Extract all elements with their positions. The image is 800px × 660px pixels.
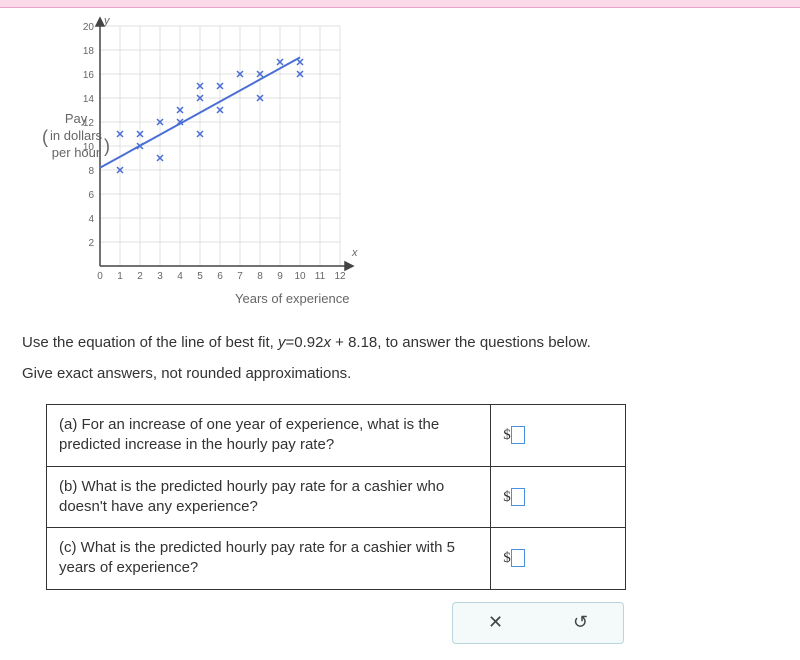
clear-icon[interactable]: ✕ — [488, 612, 503, 633]
svg-text:3: 3 — [157, 271, 163, 282]
content-area: Use the equation of the line of best fit… — [0, 316, 800, 660]
question-c-text: (c) What is the predicted hourly pay rat… — [47, 528, 491, 590]
svg-text:12: 12 — [334, 271, 346, 282]
table-row: (a) For an increase of one year of exper… — [47, 405, 626, 467]
answer-input-b[interactable] — [511, 488, 525, 506]
question-a-text: (a) For an increase of one year of exper… — [47, 405, 491, 467]
svg-text:5: 5 — [197, 271, 203, 282]
svg-text:14: 14 — [83, 94, 95, 105]
chart-svg: 20 18 16 14 12 10 8 6 4 2 0 1 2 3 4 5 6 … — [60, 16, 380, 306]
reset-icon[interactable]: ↺ — [573, 612, 588, 633]
equation-prompt: Use the equation of the line of best fit… — [22, 334, 778, 351]
svg-text:6: 6 — [88, 190, 94, 201]
y-axis-label: Pay ( in dollars per hour ) — [50, 111, 102, 162]
svg-text:18: 18 — [83, 46, 95, 57]
svg-text:10: 10 — [294, 271, 306, 282]
svg-text:6: 6 — [217, 271, 223, 282]
svg-text:4: 4 — [88, 214, 94, 225]
question-table: (a) For an increase of one year of exper… — [46, 404, 626, 590]
currency-symbol: $ — [503, 550, 511, 566]
scatter-chart: Pay ( in dollars per hour ) — [60, 16, 460, 316]
table-row: (b) What is the predicted hourly pay rat… — [47, 466, 626, 528]
svg-text:9: 9 — [277, 271, 283, 282]
svg-text:x: x — [351, 247, 358, 259]
svg-text:2: 2 — [88, 238, 94, 249]
svg-text:11: 11 — [315, 271, 326, 282]
answer-input-a[interactable] — [511, 426, 525, 444]
svg-text:4: 4 — [177, 271, 183, 282]
currency-symbol: $ — [503, 427, 511, 443]
answer-c-cell: $ — [491, 528, 626, 590]
svg-text:2: 2 — [137, 271, 143, 282]
svg-text:8: 8 — [257, 271, 263, 282]
top-accent-bar — [0, 0, 800, 8]
svg-text:16: 16 — [83, 70, 95, 81]
svg-text:1: 1 — [117, 271, 123, 282]
currency-symbol: $ — [503, 489, 511, 505]
svg-text:8: 8 — [88, 166, 94, 177]
svg-text:y: y — [103, 16, 111, 27]
answer-b-cell: $ — [491, 466, 626, 528]
instruction-text: Give exact answers, not rounded approxim… — [22, 365, 778, 382]
table-row: (c) What is the predicted hourly pay rat… — [47, 528, 626, 590]
question-b-text: (b) What is the predicted hourly pay rat… — [47, 466, 491, 528]
svg-text:0: 0 — [97, 271, 103, 282]
x-axis-label: Years of experience — [235, 291, 349, 306]
action-toolbar: ✕ ↺ — [452, 602, 624, 644]
answer-a-cell: $ — [491, 405, 626, 467]
svg-text:20: 20 — [83, 22, 95, 33]
svg-text:7: 7 — [237, 271, 243, 282]
answer-input-c[interactable] — [511, 549, 525, 567]
